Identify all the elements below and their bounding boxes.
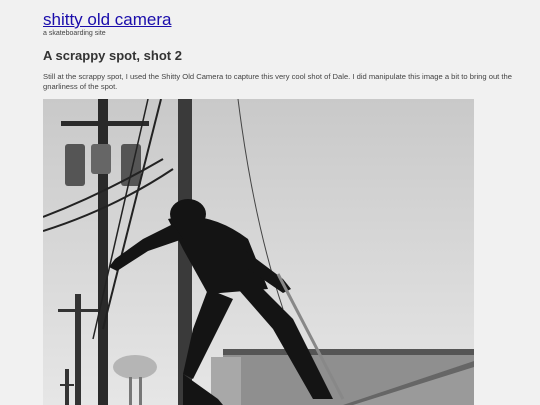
post-body: Still at the scrappy spot, I used the Sh… <box>43 72 512 91</box>
post-title: A scrappy spot, shot 2 <box>43 48 182 63</box>
photo-graphic <box>43 99 474 405</box>
post-photo <box>43 99 474 405</box>
site-tagline: a skateboarding site <box>43 30 106 37</box>
site-title-link[interactable]: shitty old camera <box>43 9 172 31</box>
